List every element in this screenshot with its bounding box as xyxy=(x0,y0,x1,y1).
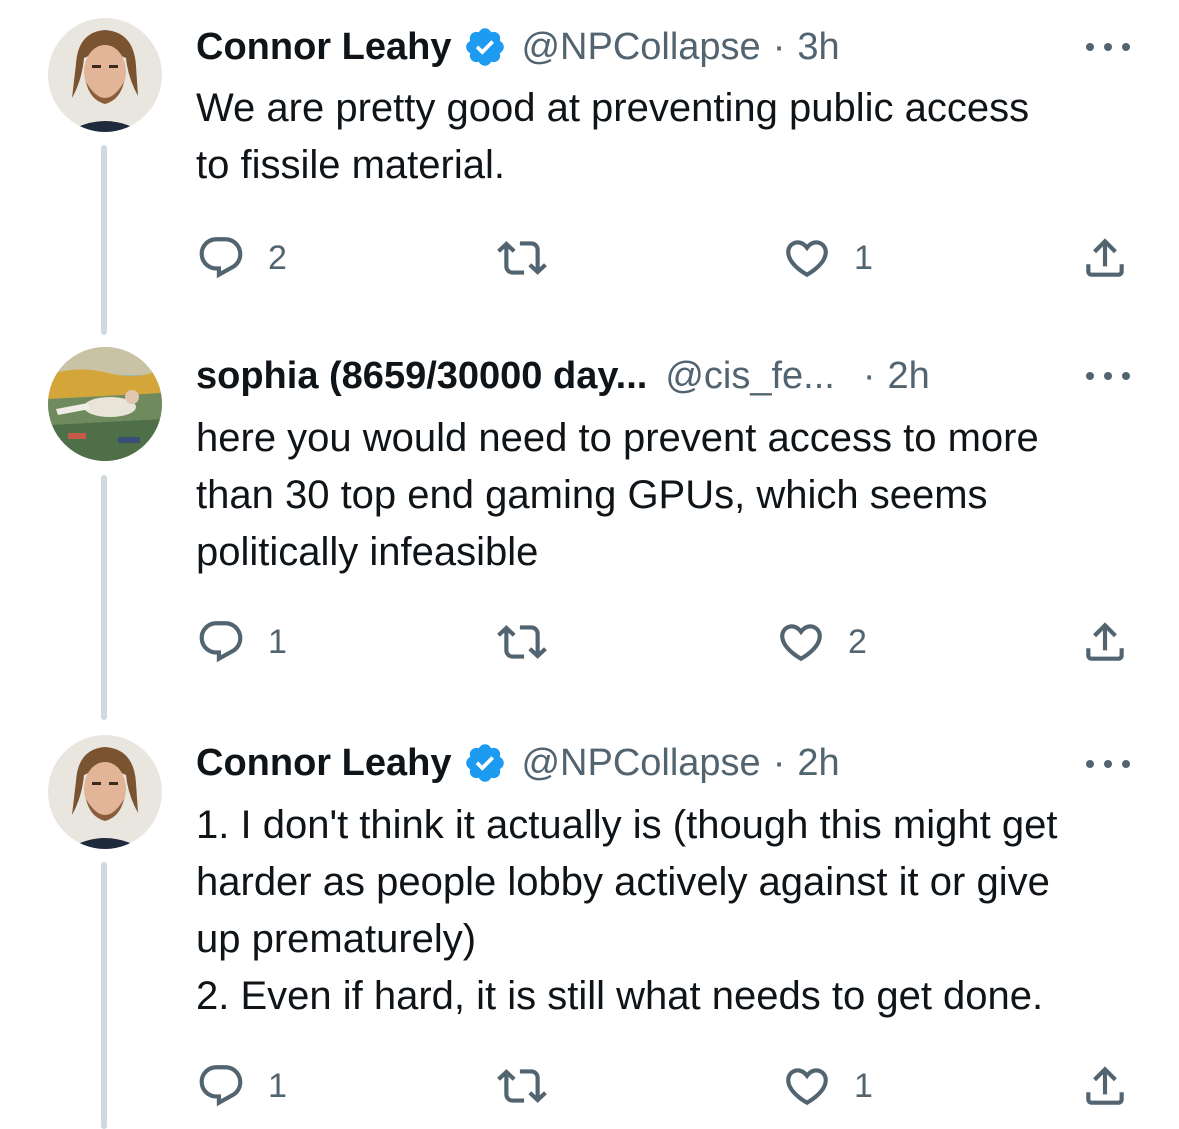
timestamp[interactable]: 2h xyxy=(888,355,930,398)
share-button[interactable] xyxy=(1080,233,1130,283)
verified-badge-icon xyxy=(463,741,507,785)
avatar-sophia[interactable] xyxy=(48,347,162,461)
tweet-text: 1. I don't think it actually is (though … xyxy=(196,797,1146,1025)
like-button[interactable]: 2 xyxy=(776,617,867,667)
avatar-connor-leahy[interactable] xyxy=(48,18,162,132)
author-handle[interactable]: @NPCollapse xyxy=(521,742,760,785)
timestamp[interactable]: 3h xyxy=(797,26,839,69)
repost-icon xyxy=(497,1069,547,1103)
tweet-text-line: 1. I don't think it actually is (though … xyxy=(196,803,1058,847)
repost-button[interactable] xyxy=(497,617,569,667)
tweet-text: We are pretty good at preventing public … xyxy=(196,80,1146,194)
more-icon[interactable] xyxy=(1086,366,1130,386)
tweet-text-line: harder as people lobby actively against … xyxy=(196,860,1050,904)
reply-button[interactable]: 1 xyxy=(196,1061,287,1111)
tweet-header: sophia (8659/30000 day... @cis_fe... · 2… xyxy=(196,351,930,401)
reply-button[interactable]: 2 xyxy=(196,233,287,283)
more-icon[interactable] xyxy=(1086,37,1130,57)
like-icon xyxy=(786,1068,828,1106)
author-name[interactable]: sophia (8659/30000 day... xyxy=(196,355,647,398)
separator-dot: · xyxy=(862,354,876,397)
repost-button[interactable] xyxy=(497,1061,569,1111)
author-handle[interactable]: @NPCollapse xyxy=(521,26,760,69)
like-button[interactable]: 1 xyxy=(782,233,873,283)
reply-icon xyxy=(199,621,243,663)
separator-dot: · xyxy=(772,25,786,68)
like-count: 2 xyxy=(848,622,867,661)
repost-icon xyxy=(497,241,547,275)
more-icon[interactable] xyxy=(1086,754,1130,774)
tweet-text: here you would need to prevent access to… xyxy=(196,410,1146,581)
repost-button[interactable] xyxy=(497,233,569,283)
author-name[interactable]: Connor Leahy xyxy=(196,742,451,785)
tweet-text-line: than 30 top end gaming GPUs, which seems xyxy=(196,473,988,517)
share-button[interactable] xyxy=(1080,1061,1130,1111)
verified-badge-icon xyxy=(463,25,507,69)
reply-count: 1 xyxy=(268,1066,287,1105)
tweet-header: Connor Leahy @NPCollapse · 3h xyxy=(196,22,840,72)
avatar-connor-leahy[interactable] xyxy=(48,735,162,849)
author-name[interactable]: Connor Leahy xyxy=(196,26,451,69)
like-icon xyxy=(780,624,822,662)
thread-line xyxy=(101,862,107,1129)
tweet-text-line: 2. Even if hard, it is still what needs … xyxy=(196,974,1044,1018)
share-icon xyxy=(1086,1066,1124,1105)
like-icon xyxy=(786,240,828,278)
share-icon xyxy=(1086,622,1124,661)
separator-dot: · xyxy=(772,741,786,784)
tweet-header: Connor Leahy @NPCollapse · 2h xyxy=(196,738,840,788)
tweet-text-line: We are pretty good at preventing public … xyxy=(196,86,1030,130)
like-count: 1 xyxy=(854,238,873,277)
reply-icon xyxy=(199,237,243,279)
timestamp[interactable]: 2h xyxy=(797,742,839,785)
author-handle[interactable]: @cis_fe... xyxy=(665,355,835,398)
tweet-text-line: to fissile material. xyxy=(196,143,505,187)
thread-line xyxy=(101,145,107,335)
reply-button[interactable]: 1 xyxy=(196,617,287,667)
tweet-text-line: here you would need to prevent access to… xyxy=(196,416,1039,460)
tweet-text-line: up prematurely) xyxy=(196,917,477,961)
share-icon xyxy=(1086,238,1124,277)
like-count: 1 xyxy=(854,1066,873,1105)
reply-icon xyxy=(199,1065,243,1107)
reply-count: 1 xyxy=(268,622,287,661)
reply-count: 2 xyxy=(268,238,287,277)
thread-line xyxy=(101,475,107,720)
like-button[interactable]: 1 xyxy=(782,1061,873,1111)
share-button[interactable] xyxy=(1080,617,1130,667)
repost-icon xyxy=(497,625,547,659)
tweet-text-line: politically infeasible xyxy=(196,530,539,574)
